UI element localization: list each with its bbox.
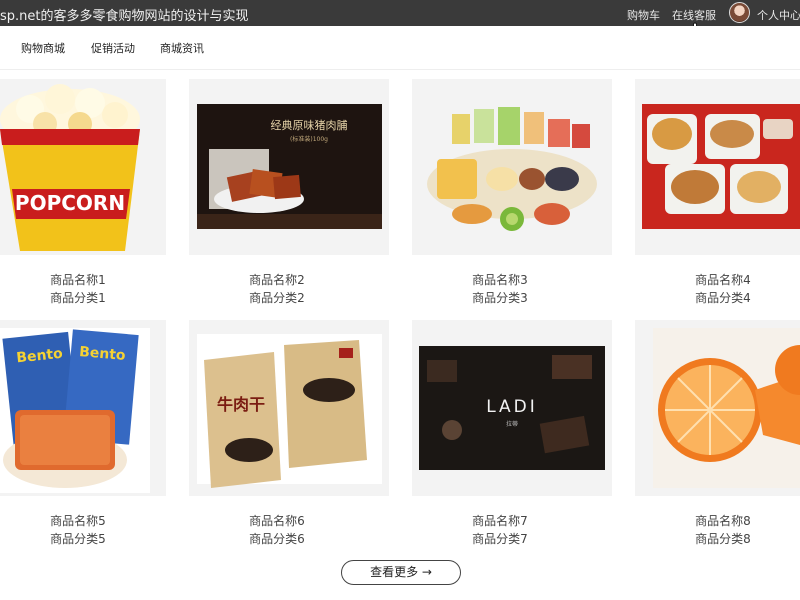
product-name[interactable]: 商品名称7 xyxy=(412,512,588,529)
product-image[interactable] xyxy=(412,79,612,255)
nav-item-news[interactable]: 商城资讯 xyxy=(160,40,204,56)
product-name[interactable]: 商品名称3 xyxy=(412,271,588,288)
product-image[interactable] xyxy=(635,320,800,496)
product-name[interactable]: 商品名称8 xyxy=(635,512,800,529)
svg-text:POPCORN: POPCORN xyxy=(15,191,125,215)
svg-text:牛肉干: 牛肉干 xyxy=(217,395,265,414)
snack-bowls-image xyxy=(635,79,800,255)
orange-image xyxy=(635,320,800,496)
view-more-button[interactable]: 查看更多 → xyxy=(341,560,461,585)
pork-jerky-image: 经典原味猪肉脯 (标准装)100g xyxy=(189,79,389,255)
product-category: 商品分类8 xyxy=(695,532,751,546)
online-service-link[interactable]: 在线客服 xyxy=(672,7,716,23)
beef-jerky-image: 牛肉干 xyxy=(189,320,389,496)
product-image[interactable] xyxy=(635,79,800,255)
top-bar: sp.net的客多多零食购物网站的设计与实现 购物车 在线客服 个人中心 xyxy=(0,0,800,26)
product-category: 商品分类5 xyxy=(50,532,106,546)
product-image[interactable]: LADI 拉蒂 xyxy=(412,320,612,496)
product-image[interactable]: 牛肉干 xyxy=(189,320,389,496)
snack-assortment-image xyxy=(412,79,612,255)
product-image[interactable]: 经典原味猪肉脯 (标准装)100g xyxy=(189,79,389,255)
product-name[interactable]: 商品名称6 xyxy=(189,512,365,529)
popcorn-image: POPCORN xyxy=(0,79,166,255)
svg-text:拉蒂: 拉蒂 xyxy=(506,420,518,428)
main-nav: 购物商城 促销活动 商城资讯 xyxy=(0,26,800,70)
bento-squid-image: Bento Bento xyxy=(0,320,166,496)
product-category: 商品分类2 xyxy=(249,291,305,305)
cart-link[interactable]: 购物车 xyxy=(627,7,660,23)
product-name[interactable]: 商品名称4 xyxy=(635,271,800,288)
site-title: sp.net的客多多零食购物网站的设计与实现 xyxy=(0,9,249,24)
product-name[interactable]: 商品名称2 xyxy=(189,271,365,288)
product-name[interactable]: 商品名称1 xyxy=(0,271,166,288)
avatar[interactable] xyxy=(729,2,750,23)
product-grid: POPCORN 商品名称1 商品分类1 经典原味猪肉脯 (标准装)100g 商品… xyxy=(0,70,800,550)
product-name[interactable]: 商品名称5 xyxy=(0,512,166,529)
svg-text:LADI: LADI xyxy=(486,397,538,417)
product-image[interactable]: POPCORN xyxy=(0,79,166,255)
product-category: 商品分类6 xyxy=(249,532,305,546)
svg-text:经典原味猪肉脯: 经典原味猪肉脯 xyxy=(271,118,348,132)
product-image[interactable]: Bento Bento xyxy=(0,320,166,496)
product-category: 商品分类3 xyxy=(472,291,528,305)
nav-item-shop[interactable]: 购物商城 xyxy=(21,40,65,56)
nav-item-promotions[interactable]: 促销活动 xyxy=(91,40,135,56)
product-category: 商品分类1 xyxy=(50,291,106,305)
product-category: 商品分类7 xyxy=(472,532,528,546)
user-center-link[interactable]: 个人中心 xyxy=(757,7,800,23)
product-category: 商品分类4 xyxy=(695,291,751,305)
ladi-chocolate-image: LADI 拉蒂 xyxy=(412,320,612,496)
svg-text:(标准装)100g: (标准装)100g xyxy=(290,135,328,143)
